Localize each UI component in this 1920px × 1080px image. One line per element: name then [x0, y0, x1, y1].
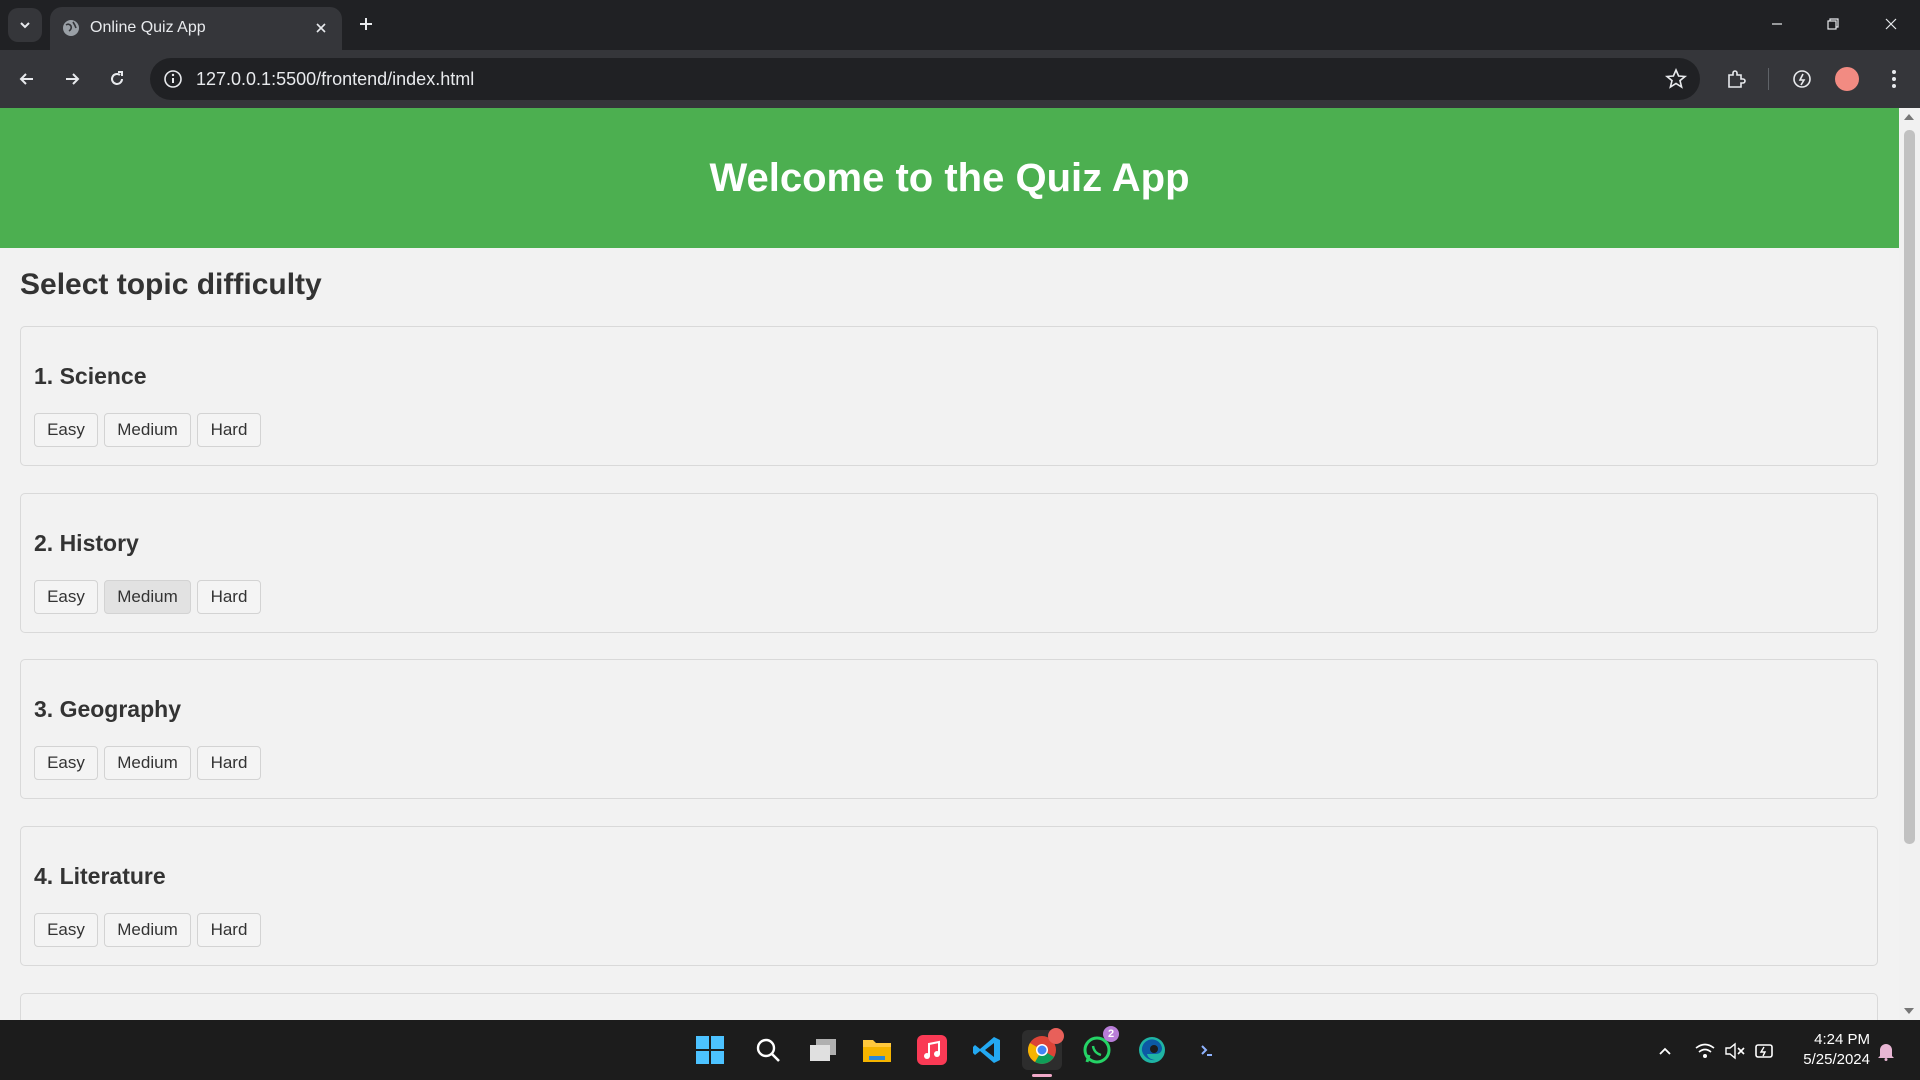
back-button[interactable]: [12, 64, 42, 94]
vscode-icon: [973, 1037, 1000, 1063]
edge-button[interactable]: [1132, 1030, 1172, 1070]
topic-title: 1. Science: [34, 363, 147, 389]
clock-date: 5/25/2024: [1803, 1051, 1870, 1068]
hard-button[interactable]: Hard: [197, 413, 261, 447]
chevron-down-icon: [20, 22, 30, 29]
tab-search-button[interactable]: [8, 8, 42, 42]
restore-icon: [1827, 18, 1839, 30]
page-viewport: Welcome to the Quiz App Select topic dif…: [0, 108, 1920, 1020]
browser-tab[interactable]: Online Quiz App: [50, 7, 342, 50]
topic-card-partial: [20, 993, 1878, 1020]
medium-button[interactable]: Medium: [104, 746, 191, 780]
profile-avatar[interactable]: [1835, 67, 1859, 91]
easy-button[interactable]: Easy: [34, 413, 98, 447]
medium-button[interactable]: Medium: [104, 413, 191, 447]
topic-title: 4. Literature: [34, 863, 166, 889]
medium-button[interactable]: Medium: [104, 913, 191, 947]
volume-muted-icon: [1725, 1042, 1745, 1060]
minimize-icon: [1772, 23, 1782, 25]
globe-icon: [63, 20, 79, 36]
topic-card-geography: 3. Geography Easy Medium Hard: [20, 659, 1878, 799]
task-view-button[interactable]: [803, 1030, 843, 1070]
topic-card-history: 2. History Easy Medium Hard: [20, 493, 1878, 633]
page-title: Welcome to the Quiz App: [709, 155, 1190, 200]
hard-button[interactable]: Hard: [197, 746, 261, 780]
forward-button[interactable]: [57, 64, 87, 94]
close-icon: [316, 23, 326, 33]
terminal-button[interactable]: [1187, 1030, 1227, 1070]
browser-toolbar: 127.0.0.1:5500/frontend/index.html: [0, 50, 1920, 108]
vscode-button[interactable]: [967, 1030, 1007, 1070]
arrow-right-icon: [66, 73, 80, 85]
whatsapp-button[interactable]: 2: [1077, 1026, 1119, 1070]
more-vertical-icon: [1892, 70, 1896, 88]
task-view-icon: [810, 1039, 836, 1061]
battery-button[interactable]: [1754, 1040, 1776, 1062]
whatsapp-badge: 2: [1103, 1026, 1119, 1042]
toolbar-divider: [1768, 68, 1769, 90]
topic-title: 3. Geography: [34, 696, 181, 722]
reload-button[interactable]: [102, 64, 132, 94]
wifi-button[interactable]: [1694, 1040, 1716, 1062]
taskbar: 2 4:24 PM 5/25/2024: [0, 1020, 1920, 1080]
volume-button[interactable]: [1724, 1040, 1746, 1062]
chrome-notification-dot: [1048, 1028, 1064, 1044]
topic-card-literature: 4. Literature Easy Medium Hard: [20, 826, 1878, 966]
easy-button[interactable]: Easy: [34, 580, 98, 614]
notifications-button[interactable]: [1875, 1040, 1897, 1062]
hard-button[interactable]: Hard: [197, 913, 261, 947]
windows-icon: [696, 1036, 724, 1064]
scroll-down-arrow[interactable]: [1904, 1008, 1914, 1014]
new-tab-button[interactable]: [352, 10, 380, 38]
speed-icon: [1793, 70, 1811, 88]
tab-close-button[interactable]: [310, 17, 332, 39]
hard-button[interactable]: Hard: [197, 580, 261, 614]
search-button[interactable]: [748, 1030, 788, 1070]
wifi-icon: [1695, 1043, 1715, 1058]
scroll-thumb[interactable]: [1904, 130, 1915, 844]
chrome-button[interactable]: [1022, 1028, 1064, 1070]
reload-icon: [111, 71, 123, 85]
edge-icon: [1139, 1037, 1165, 1063]
show-hidden-icons-button[interactable]: [1654, 1040, 1676, 1062]
tab-strip: Online Quiz App: [0, 0, 1920, 50]
close-icon: [1885, 18, 1897, 30]
tab-title: Online Quiz App: [90, 19, 206, 36]
start-button[interactable]: [690, 1030, 730, 1070]
search-icon: [756, 1038, 780, 1062]
plus-icon: [360, 18, 372, 30]
folder-icon: [863, 1040, 891, 1062]
close-window-button[interactable]: [1879, 12, 1903, 36]
page-header: Welcome to the Quiz App: [0, 108, 1899, 248]
music-icon: [917, 1035, 947, 1065]
file-explorer-button[interactable]: [857, 1030, 897, 1070]
restore-button[interactable]: [1821, 12, 1845, 36]
scroll-up-arrow[interactable]: [1904, 114, 1914, 120]
easy-button[interactable]: Easy: [34, 913, 98, 947]
easy-button[interactable]: Easy: [34, 746, 98, 780]
puzzle-icon: [1728, 70, 1746, 88]
clock[interactable]: 4:24 PM 5/25/2024: [1790, 1030, 1870, 1070]
scrollbar[interactable]: [1899, 108, 1920, 1020]
url-text: 127.0.0.1:5500/frontend/index.html: [196, 69, 475, 89]
minimize-button[interactable]: [1765, 12, 1789, 36]
menu-button[interactable]: [1880, 65, 1908, 93]
battery-charging-icon: [1755, 1044, 1773, 1058]
bell-icon: [1878, 1044, 1894, 1061]
star-icon[interactable]: [1664, 67, 1688, 91]
extensions-button[interactable]: [1722, 65, 1750, 93]
terminal-icon: [1196, 1040, 1218, 1060]
active-app-indicator: [1032, 1074, 1052, 1077]
medium-button[interactable]: Medium: [104, 580, 191, 614]
clock-time: 4:24 PM: [1814, 1031, 1870, 1048]
arrow-left-icon: [19, 73, 33, 85]
topic-title: 2. History: [34, 530, 139, 556]
address-bar[interactable]: 127.0.0.1:5500/frontend/index.html: [150, 58, 1700, 100]
info-icon[interactable]: [162, 68, 184, 90]
performance-button[interactable]: [1788, 65, 1816, 93]
topic-card-science: 1. Science Easy Medium Hard: [20, 326, 1878, 466]
music-app-button[interactable]: [912, 1030, 952, 1070]
chevron-up-icon: [1659, 1047, 1671, 1055]
section-title: Select topic difficulty: [20, 268, 322, 301]
